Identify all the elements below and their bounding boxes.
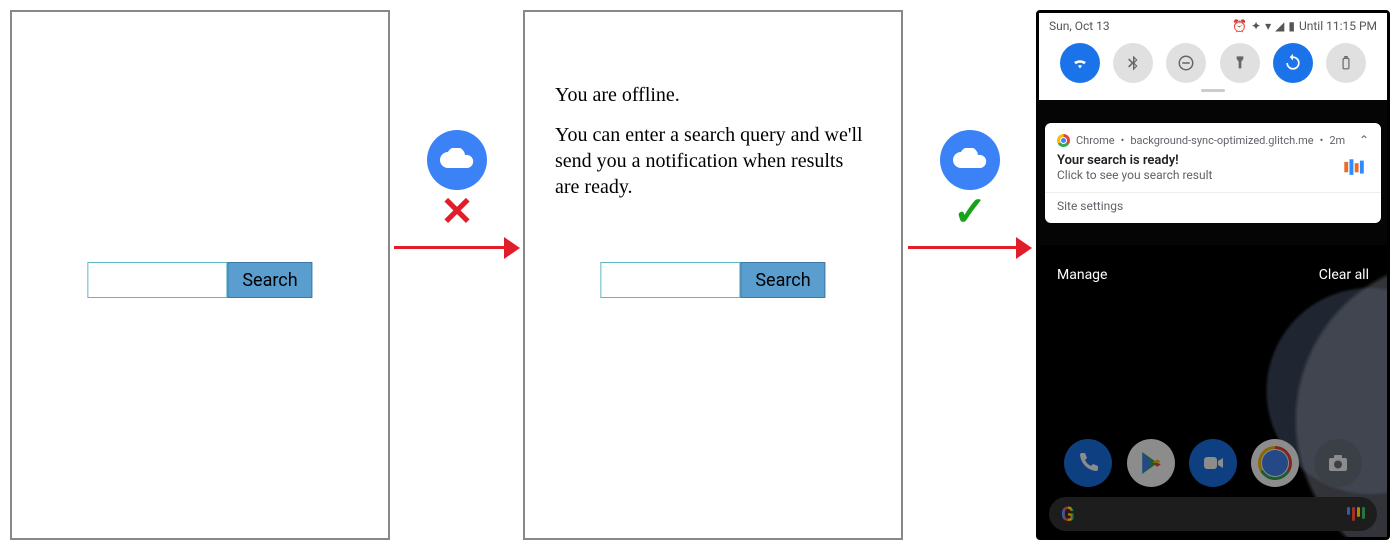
qs-battery-saver-icon[interactable] — [1326, 43, 1366, 83]
search-input[interactable] — [600, 262, 740, 298]
clear-all-button[interactable]: Clear all — [1319, 267, 1369, 283]
battery-icon: ▮ — [1288, 19, 1295, 33]
notification-card[interactable]: Chrome • background-sync-optimized.glitc… — [1045, 123, 1381, 223]
site-icon — [1343, 158, 1369, 178]
search-input[interactable] — [87, 262, 227, 298]
status-bar: Sun, Oct 13 ⏰ ✦ ▾ ◢ ▮ Until 11:15 PM — [1049, 19, 1377, 33]
wifi-icon: ▾ — [1265, 19, 1271, 33]
cloud-icon — [940, 130, 1000, 190]
app-dock — [1039, 439, 1387, 487]
assistant-icon[interactable] — [1347, 507, 1365, 521]
duo-app-icon[interactable] — [1189, 439, 1237, 487]
panel-android-notification: Sun, Oct 13 ⏰ ✦ ▾ ◢ ▮ Until 11:15 PM Chr… — [1036, 10, 1390, 540]
search-form: Search — [600, 262, 825, 298]
panel-offline-message: You are offline. You can enter a search … — [523, 10, 903, 540]
google-logo-icon: G — [1061, 502, 1075, 526]
cross-icon: ✕ — [394, 192, 520, 232]
alarm-icon: ⏰ — [1232, 19, 1247, 33]
manage-button[interactable]: Manage — [1057, 267, 1107, 283]
vibrate-icon: ✦ — [1251, 19, 1261, 33]
qs-dnd-icon[interactable] — [1166, 43, 1206, 83]
search-form: Search — [87, 262, 312, 298]
qs-wifi-icon[interactable] — [1060, 43, 1100, 83]
check-icon: ✓ — [908, 192, 1032, 232]
site-settings-button[interactable]: Site settings — [1057, 199, 1369, 213]
arrow-right-icon — [394, 234, 520, 262]
cloud-icon — [427, 130, 487, 190]
chevron-up-icon[interactable]: ⌃ — [1359, 133, 1369, 147]
play-store-app-icon[interactable] — [1127, 439, 1175, 487]
status-date: Sun, Oct 13 — [1049, 19, 1110, 33]
chrome-icon — [1057, 134, 1070, 147]
shade-actions: Manage Clear all — [1039, 261, 1387, 289]
qs-bluetooth-icon[interactable] — [1113, 43, 1153, 83]
battery-until-text: Until 11:15 PM — [1299, 19, 1377, 33]
divider — [1045, 192, 1381, 193]
panel-initial-search: Search — [10, 10, 390, 540]
transition-online: ✓ — [908, 130, 1032, 262]
notification-source: background-sync-optimized.glitch.me — [1130, 134, 1313, 147]
transition-offline: ✕ — [394, 130, 520, 262]
arrow-right-icon — [908, 234, 1032, 262]
notification-subtitle: Click to see you search result — [1057, 168, 1212, 182]
offline-body: You can enter a search query and we'll s… — [555, 122, 871, 200]
search-button[interactable]: Search — [227, 262, 312, 298]
quick-settings-panel: Sun, Oct 13 ⏰ ✦ ▾ ◢ ▮ Until 11:15 PM — [1039, 13, 1387, 100]
qs-rotate-icon[interactable] — [1273, 43, 1313, 83]
notification-time: 2m — [1329, 134, 1345, 147]
offline-message: You are offline. You can enter a search … — [555, 82, 871, 214]
google-search-bar[interactable]: G — [1049, 497, 1377, 531]
notification-title: Your search is ready! — [1057, 153, 1212, 168]
camera-app-icon[interactable] — [1314, 439, 1362, 487]
search-button[interactable]: Search — [740, 262, 825, 298]
phone-app-icon[interactable] — [1064, 439, 1112, 487]
chrome-app-icon[interactable] — [1251, 439, 1299, 487]
notification-header: Chrome • background-sync-optimized.glitc… — [1057, 133, 1369, 147]
offline-heading: You are offline. — [555, 82, 871, 108]
qs-toggle-row — [1049, 33, 1377, 89]
drag-handle[interactable] — [1201, 89, 1225, 92]
notification-app: Chrome — [1076, 134, 1115, 147]
signal-icon: ◢ — [1275, 19, 1284, 33]
qs-flashlight-icon[interactable] — [1220, 43, 1260, 83]
